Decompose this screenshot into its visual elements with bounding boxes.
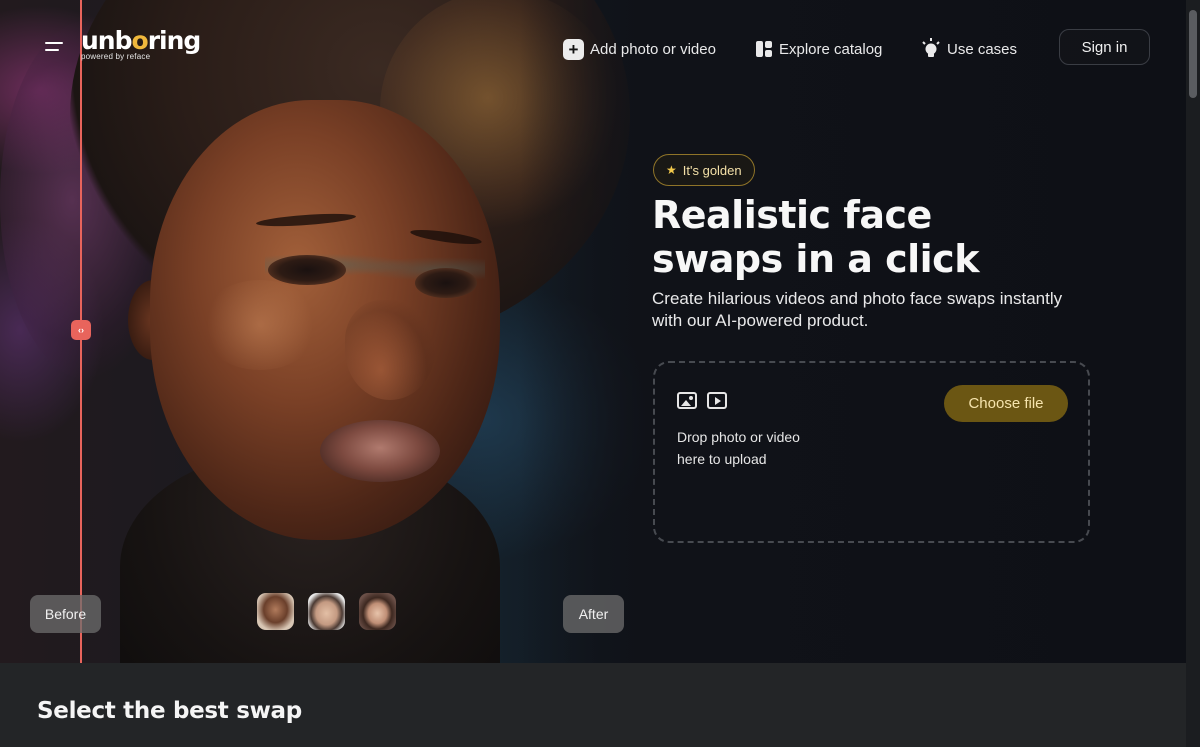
page-scrollbar[interactable] [1186, 0, 1200, 747]
golden-badge: ★ It's golden [653, 154, 755, 186]
nav-explore-catalog[interactable]: Explore catalog [755, 37, 882, 61]
nav-use-cases[interactable]: Use cases [921, 37, 1017, 61]
sign-in-button[interactable]: Sign in [1059, 29, 1150, 65]
star-icon: ★ [666, 163, 677, 177]
upload-dropzone[interactable]: Drop photo or video here to upload Choos… [653, 361, 1090, 543]
image-icon [677, 392, 697, 409]
scrollbar-thumb[interactable] [1189, 10, 1197, 98]
hero-headline: Realistic face swaps in a click [652, 193, 979, 281]
swap-selection-section: Select the best swap [0, 663, 1186, 747]
video-icon [707, 392, 727, 409]
before-label: Before [30, 595, 101, 633]
dropzone-instructions: Drop photo or video here to upload [677, 429, 800, 467]
face-thumbnail[interactable] [359, 593, 396, 630]
compare-arrows-icon[interactable]: ‹› [71, 320, 91, 340]
plus-icon: + [563, 38, 584, 60]
section-title: Select the best swap [37, 698, 302, 724]
face-thumbnail[interactable] [257, 593, 294, 630]
hero-subline: Create hilarious videos and photo face s… [652, 289, 1063, 330]
hamburger-icon[interactable] [45, 41, 63, 53]
nav-add-photo-or-video[interactable]: + Add photo or video [563, 37, 716, 61]
face-thumbnails [257, 593, 396, 630]
grid-icon [756, 41, 772, 57]
portrait-image [0, 0, 660, 663]
choose-file-button[interactable]: Choose file [944, 385, 1068, 422]
logo[interactable]: unboring powered by reface [81, 28, 201, 62]
after-label: After [563, 595, 624, 633]
hero-section: ‹› Before After unboring powered by refa… [0, 0, 1186, 663]
face-thumbnail[interactable] [308, 593, 345, 630]
lightbulb-icon [922, 38, 940, 57]
